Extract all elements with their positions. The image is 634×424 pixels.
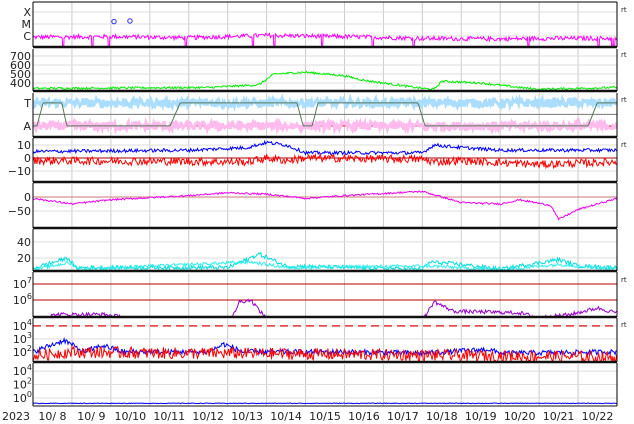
panel-polarity: TArt: [23, 93, 627, 139]
x-tick-label: 10/21: [543, 410, 575, 423]
x-tick-label: 10/15: [309, 410, 341, 423]
y-tick-label: 102: [13, 344, 32, 359]
x-tick-label: 10/14: [270, 410, 302, 423]
x-tick-label: 10/18: [426, 410, 458, 423]
y-tick-label: 0: [24, 152, 31, 165]
y-tick-label: 107: [13, 276, 32, 291]
rt-label: rt: [621, 51, 627, 59]
x-tick-label: 10/13: [231, 410, 263, 423]
series-dst: [33, 190, 617, 221]
panel-xray: XMCrt: [22, 1, 627, 49]
x-tick-label: 10/16: [348, 410, 380, 423]
rt-label: rt: [621, 276, 627, 284]
x-tick-label: 10/12: [192, 410, 224, 423]
y-tick-label: −50: [8, 205, 31, 218]
space-weather-chart: XMCrt700600500400rtTArt100−10rt0−5040201…: [2, 1, 627, 423]
x-tick-label: 10/22: [582, 410, 614, 423]
panel-high-energy: 104102100: [13, 363, 618, 407]
y-tick-label: 400: [10, 77, 31, 90]
rt-label: rt: [621, 96, 627, 104]
x-tick-label: 10/ 9: [77, 410, 105, 423]
y-tick-label: C: [23, 30, 31, 43]
panel-density: 4020: [17, 229, 618, 273]
series-bz: [33, 152, 617, 170]
flare-marker: [127, 18, 133, 24]
x-tick-label: 10/17: [387, 410, 419, 423]
flare-marker: [111, 18, 117, 25]
y-tick-label: 40: [17, 236, 31, 249]
series-high-energy-flux: [33, 402, 617, 405]
series-proton-red: [33, 344, 617, 362]
rt-label: rt: [621, 141, 627, 149]
panel-proton-flux: 104103102rt: [13, 318, 627, 364]
y-tick-label: 100: [13, 390, 32, 405]
rt-label: rt: [621, 6, 627, 14]
series-proton-blue: [33, 336, 617, 358]
panel-imf: 100−10 rt: [8, 138, 627, 184]
rt-label: rt: [621, 321, 627, 329]
y-tick-label: A: [23, 120, 31, 133]
y-tick-label: 10: [17, 139, 31, 152]
series-bt: [33, 139, 617, 156]
y-tick-label: 106: [13, 292, 32, 307]
y-tick-label: T: [23, 97, 31, 110]
y-tick-label: −10: [8, 165, 31, 178]
y-tick-label: 0: [24, 191, 31, 204]
x-tick-label: 10/19: [465, 410, 497, 423]
panel-dst: 0−50: [8, 183, 618, 230]
y-tick-label: 20: [17, 252, 31, 265]
x-tick-label: 10/ 8: [38, 410, 66, 423]
panel-speed: 700600500400rt: [10, 49, 627, 93]
x-tick-label: 10/10: [114, 410, 146, 423]
x-tick-label: 10/11: [153, 410, 185, 423]
x-tick-label: 10/20: [504, 410, 536, 423]
series-electron-flux: [46, 298, 617, 317]
year-label: 2023: [2, 410, 30, 423]
panel-electron-flux: 107106 rt: [13, 272, 627, 319]
